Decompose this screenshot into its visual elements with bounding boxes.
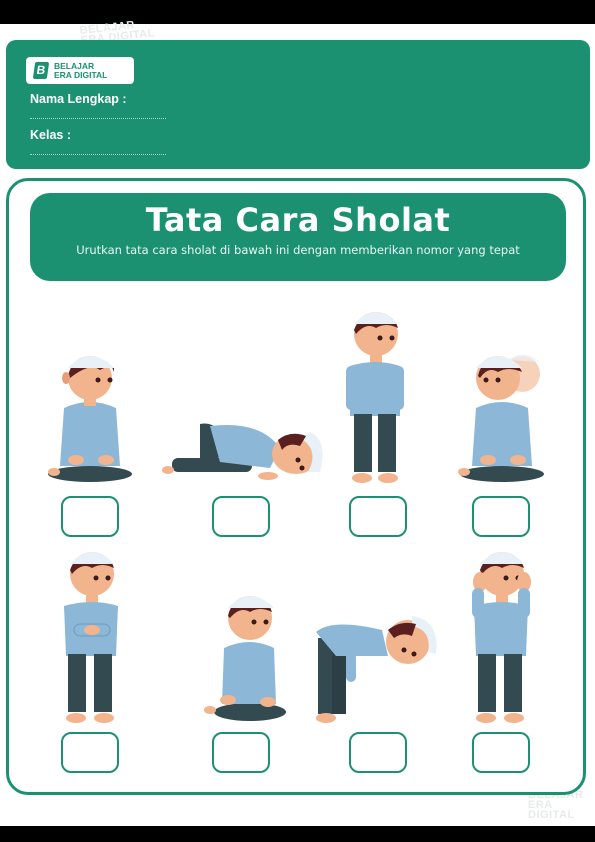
- student-info-header: B BELAJAR ERA DIGITAL Nama Lengkap : Kel…: [6, 40, 590, 169]
- figure-berdiri-bersedekap: [64, 552, 118, 723]
- figure-duduk-antara-dua-sujud: [204, 596, 286, 721]
- answer-box-1[interactable]: [61, 496, 119, 537]
- top-bar: [0, 0, 595, 24]
- brand-name-line2: ERA DIGITAL: [54, 69, 108, 80]
- worksheet-instruction: Urutkan tata cara sholat di bawah ini de…: [76, 243, 520, 257]
- answer-box-3[interactable]: [349, 496, 407, 537]
- answer-box-6[interactable]: [212, 732, 270, 773]
- answer-box-8[interactable]: [472, 732, 530, 773]
- class-label: Kelas :: [30, 128, 71, 142]
- worksheet-title: Tata Cara Sholat: [145, 201, 451, 239]
- answer-box-2[interactable]: [212, 496, 270, 537]
- figure-sujud: [162, 423, 323, 480]
- name-field[interactable]: [30, 118, 166, 119]
- brand-logo: B BELAJAR ERA DIGITAL: [26, 57, 134, 84]
- brand-mark-icon: B: [32, 62, 50, 79]
- answer-box-5[interactable]: [61, 732, 119, 773]
- answer-box-7[interactable]: [349, 732, 407, 773]
- class-field[interactable]: [30, 154, 166, 155]
- figure-salam: [458, 354, 544, 482]
- figure-duduk-tahiyat: [48, 356, 132, 482]
- bottom-bar: [0, 826, 595, 842]
- figure-berdiri-iktidal: [346, 312, 404, 483]
- answer-box-4[interactable]: [472, 496, 530, 537]
- figure-ruku: [316, 616, 437, 723]
- figure-takbiratul-ihram: [472, 552, 531, 723]
- title-banner: Tata Cara Sholat Urutkan tata cara shola…: [30, 193, 566, 281]
- name-label: Nama Lengkap :: [30, 92, 127, 106]
